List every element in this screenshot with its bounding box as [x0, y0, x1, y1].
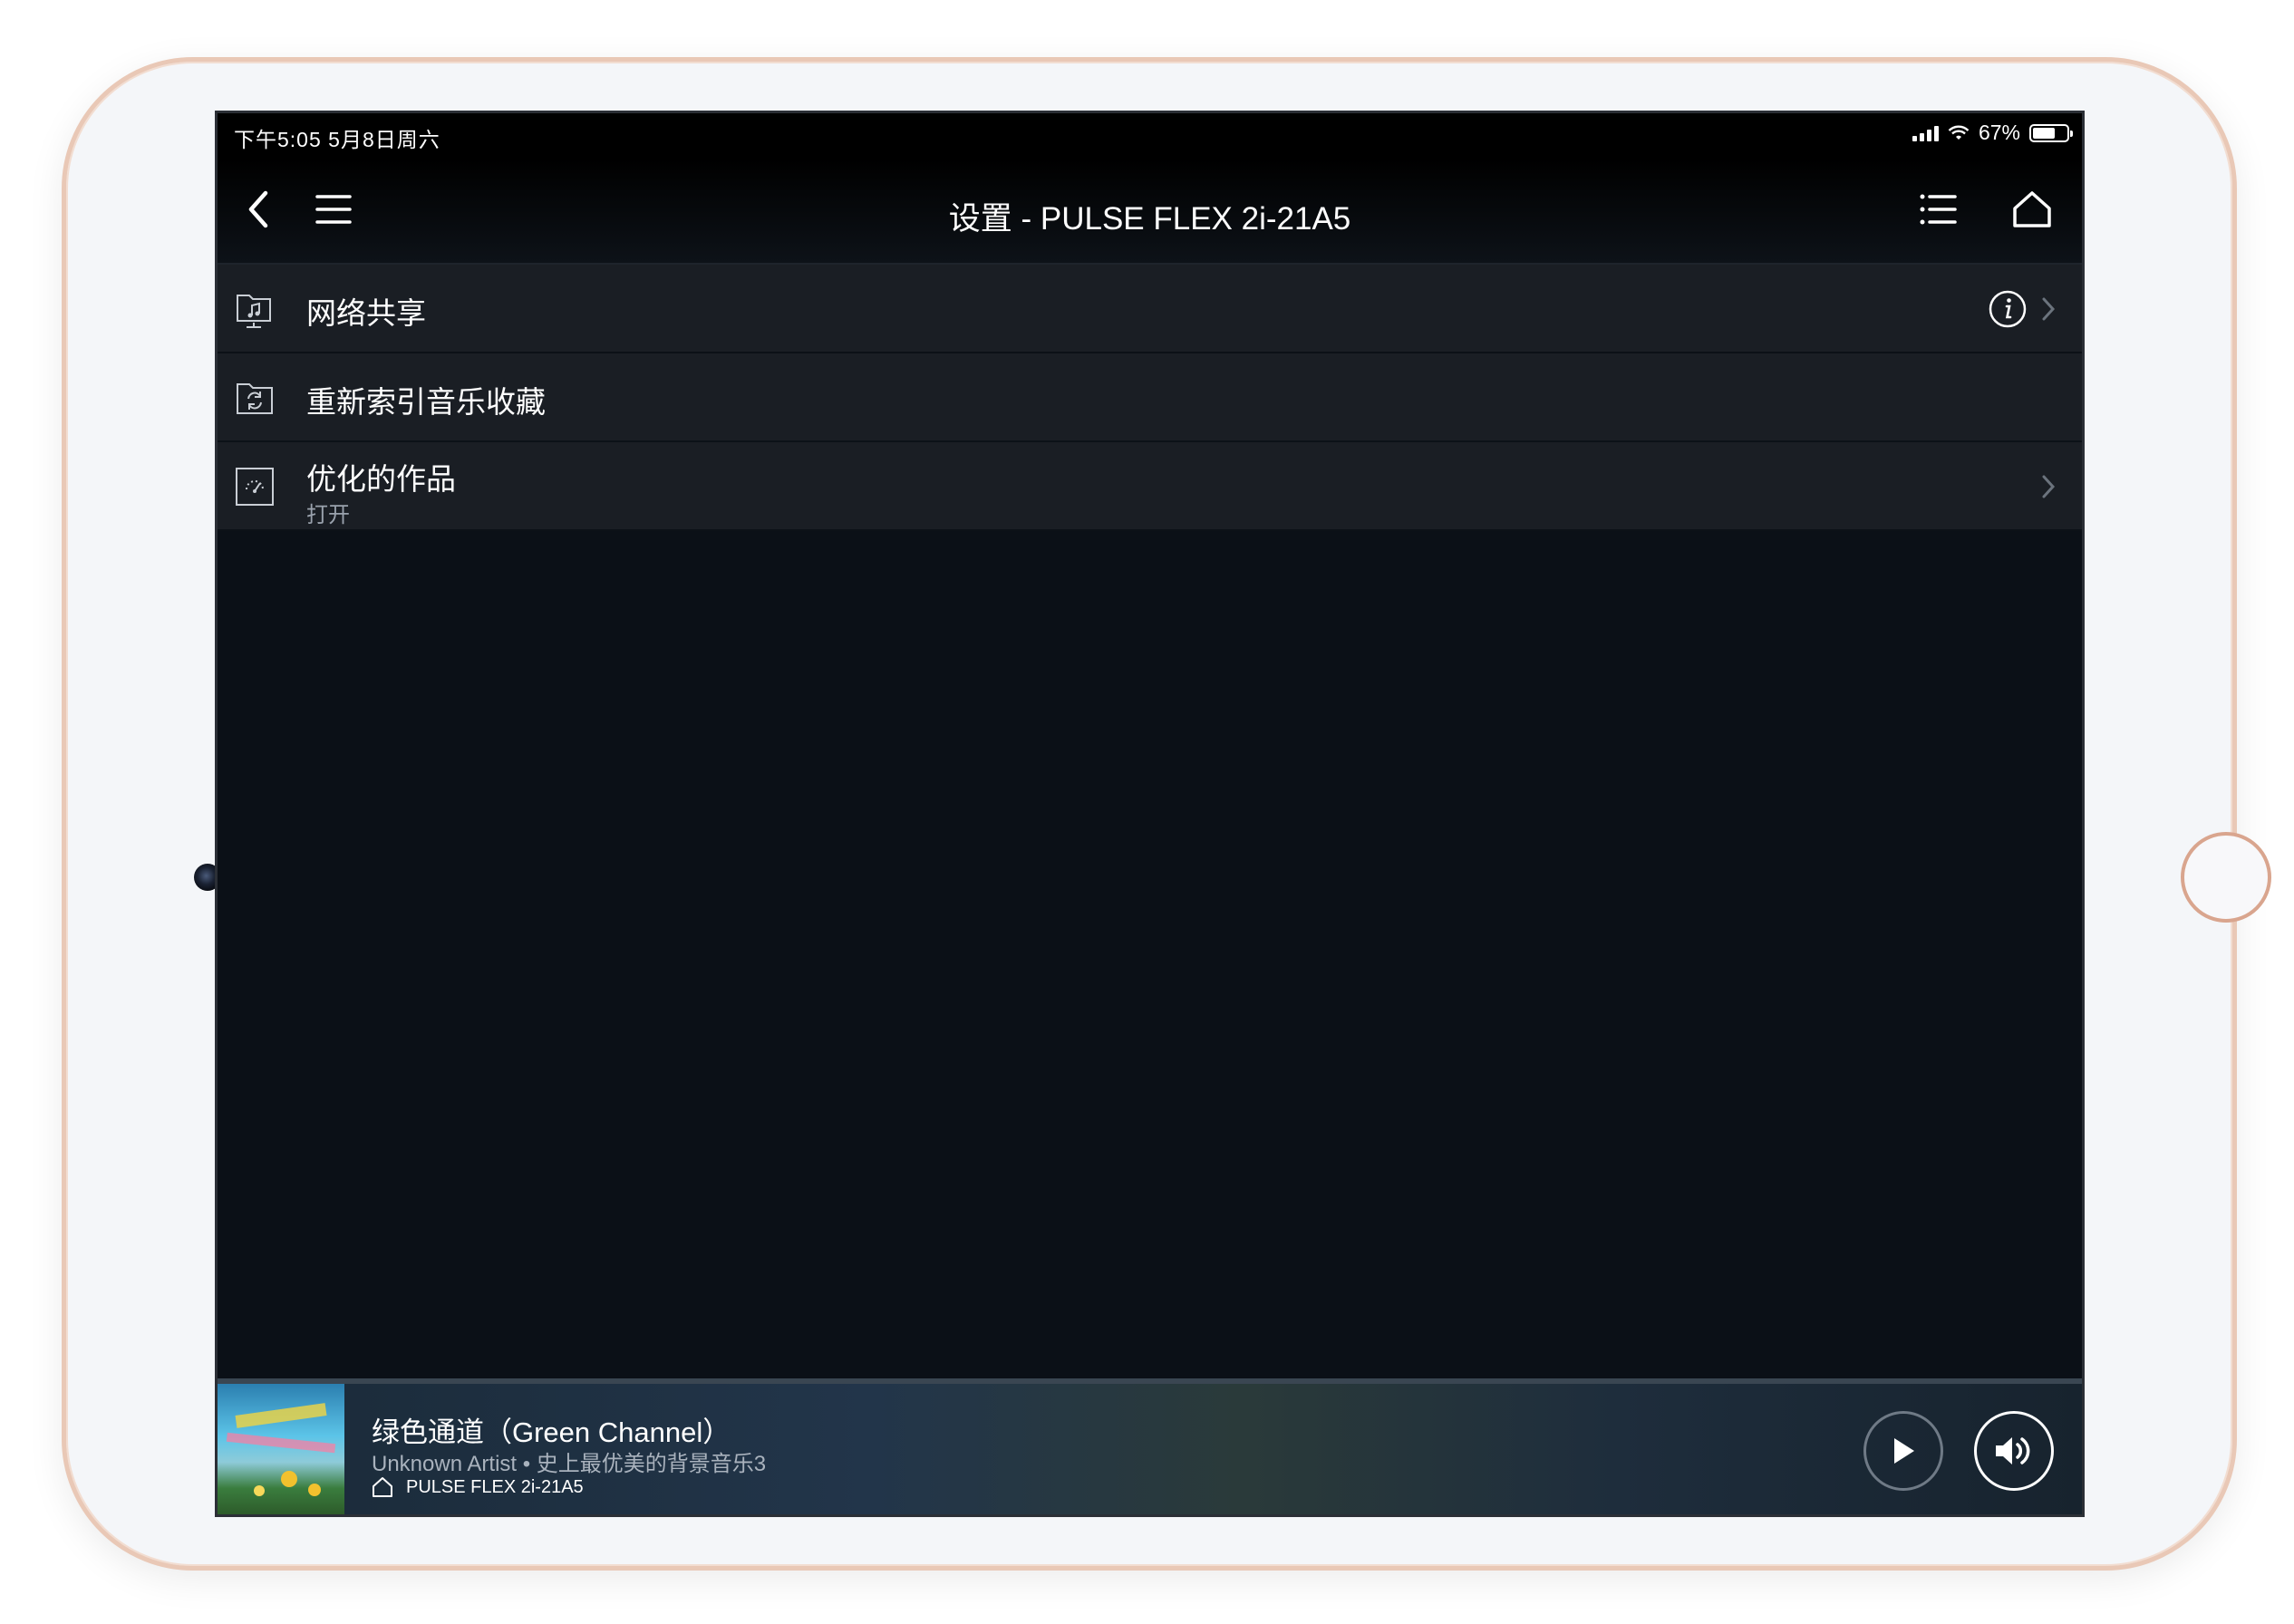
playback-room[interactable]: PULSE FLEX 2i-21A5 — [372, 1476, 584, 1498]
queue-button[interactable] — [1909, 180, 1967, 238]
speaker-volume-icon — [1996, 1437, 2030, 1464]
app-screen: 下午5:05 5月8日周六 67% 设置 - PULSE FLEX 2i-21A… — [215, 111, 2085, 1517]
gauge-icon — [236, 468, 274, 506]
settings-row-subtitle: 打开 — [306, 503, 350, 527]
status-indicators: 67% — [1912, 121, 2073, 145]
list-icon — [1920, 194, 1957, 225]
now-playing-bar[interactable]: 绿色通道（Green Channel） Unknown Artist • 史上最… — [218, 1378, 2082, 1514]
status-time-date: 下午5:05 5月8日周六 — [234, 128, 440, 151]
info-icon[interactable] — [1988, 289, 2028, 329]
folder-music-icon — [237, 295, 271, 328]
page-title: 设置 - PULSE FLEX 2i-21A5 — [948, 201, 1351, 237]
chevron-right-icon — [2042, 297, 2056, 321]
settings-row-optimized-works[interactable]: 优化的作品 打开 — [218, 442, 2082, 531]
settings-row-title: 优化的作品 — [306, 462, 456, 496]
settings-row-title: 重新索引音乐收藏 — [306, 385, 546, 419]
cellular-signal-icon — [1912, 125, 1939, 141]
play-button[interactable] — [1863, 1411, 1943, 1491]
home-hardware-button[interactable] — [2181, 832, 2271, 923]
wifi-icon — [1948, 125, 1970, 140]
chevron-right-icon — [2042, 475, 2056, 498]
navigation-bar: 设置 - PULSE FLEX 2i-21A5 — [218, 159, 2082, 265]
settings-list: 网络共享 重新索引音乐收藏 优化的作品 打开 — [218, 265, 2082, 531]
home-icon — [2013, 191, 2051, 227]
track-title: 绿色通道（Green Channel） — [372, 1416, 731, 1448]
battery-icon — [2029, 123, 2073, 142]
folder-refresh-icon — [237, 383, 273, 414]
settings-row-title: 网络共享 — [306, 296, 426, 330]
settings-row-reindex[interactable]: 重新索引音乐收藏 — [218, 353, 2082, 442]
row-actions — [2040, 464, 2057, 509]
settings-row-network-share[interactable]: 网络共享 — [218, 265, 2082, 353]
status-bar: 下午5:05 5月8日周六 67% — [218, 113, 2082, 159]
volume-button[interactable] — [1974, 1411, 2054, 1491]
battery-fill — [2033, 127, 2055, 139]
row-actions — [1988, 286, 2057, 332]
play-icon — [1894, 1438, 1914, 1464]
home-icon — [373, 1477, 392, 1497]
album-art[interactable] — [218, 1384, 344, 1514]
track-artist-album: Unknown Artist • 史上最优美的背景音乐3 — [372, 1452, 767, 1476]
home-button[interactable] — [2003, 180, 2061, 238]
room-name: PULSE FLEX 2i-21A5 — [406, 1476, 584, 1497]
battery-percent: 67% — [1978, 121, 2020, 144]
